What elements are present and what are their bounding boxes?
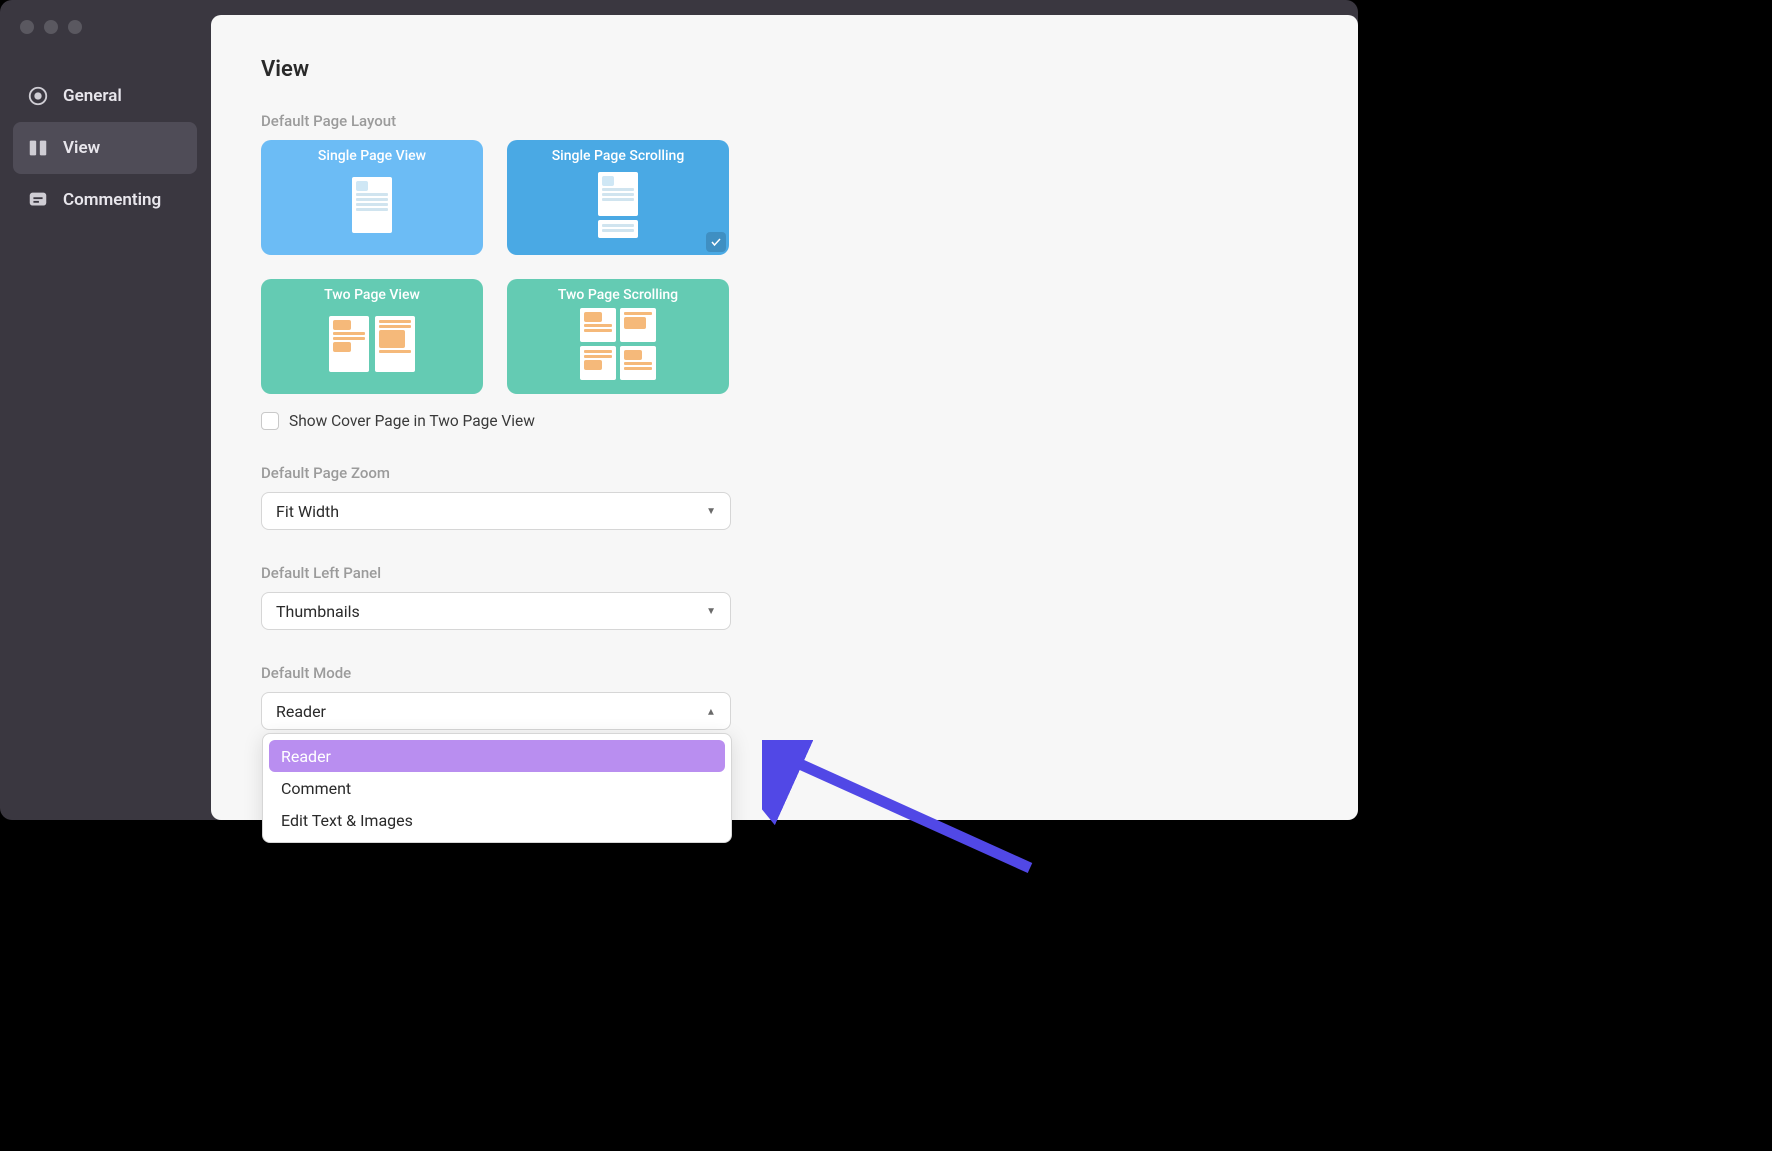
layout-option-label: Single Page View [271,148,473,164]
default-left-panel-select[interactable]: Thumbnails ▼ [261,592,731,630]
preferences-window: General View Commenting View Default Pag… [0,0,1358,820]
minimize-window-dot[interactable] [44,20,58,34]
select-value: Thumbnails [276,602,360,621]
show-cover-checkbox[interactable] [261,412,279,430]
layout-option-two-page-view[interactable]: Two Page View [261,279,483,394]
sidebar-item-label: View [63,138,100,158]
chevron-down-icon: ▼ [706,506,716,517]
dropdown-item-comment[interactable]: Comment [269,772,725,804]
default-page-layout-label: Default Page Layout [261,112,1308,130]
selected-check-icon [706,232,726,252]
default-left-panel-label: Default Left Panel [261,564,1308,582]
sidebar: General View Commenting [13,70,197,226]
sidebar-item-label: Commenting [63,190,161,210]
content-panel: View Default Page Layout Single Page Vie… [211,15,1358,820]
view-icon [27,137,49,159]
sidebar-item-general[interactable]: General [13,70,197,122]
dropdown-item-edit-text-images[interactable]: Edit Text & Images [269,804,725,836]
layout-option-single-page-view[interactable]: Single Page View [261,140,483,255]
default-mode-select[interactable]: Reader ▼ Reader Comment Edit Text & Imag… [261,692,731,730]
chevron-down-icon: ▼ [706,606,716,617]
default-mode-label: Default Mode [261,664,1308,682]
default-page-zoom-select[interactable]: Fit Width ▼ [261,492,731,530]
close-window-dot[interactable] [20,20,34,34]
layout-grid: Single Page View Single Page Scrolling T… [261,140,1308,394]
select-value: Fit Width [276,502,339,521]
layout-graphic [517,309,719,379]
layout-graphic [271,309,473,379]
chevron-up-icon: ▼ [706,706,716,717]
layout-option-two-page-scrolling[interactable]: Two Page Scrolling [507,279,729,394]
default-page-zoom-label: Default Page Zoom [261,464,1308,482]
layout-option-label: Single Page Scrolling [517,148,719,164]
dropdown-item-reader[interactable]: Reader [269,740,725,772]
page-title: View [261,57,1308,82]
layout-graphic [517,170,719,240]
show-cover-label: Show Cover Page in Two Page View [289,412,535,430]
traffic-lights [20,20,82,34]
layout-graphic [271,170,473,240]
layout-option-single-page-scrolling[interactable]: Single Page Scrolling [507,140,729,255]
show-cover-checkbox-row: Show Cover Page in Two Page View [261,412,1308,430]
sidebar-item-view[interactable]: View [13,122,197,174]
layout-option-label: Two Page Scrolling [517,287,719,303]
zoom-window-dot[interactable] [68,20,82,34]
layout-option-label: Two Page View [271,287,473,303]
default-mode-dropdown: Reader Comment Edit Text & Images [262,733,732,843]
sidebar-item-label: General [63,86,122,106]
select-value: Reader [276,702,326,721]
commenting-icon [27,189,49,211]
sidebar-item-commenting[interactable]: Commenting [13,174,197,226]
gear-icon [27,85,49,107]
